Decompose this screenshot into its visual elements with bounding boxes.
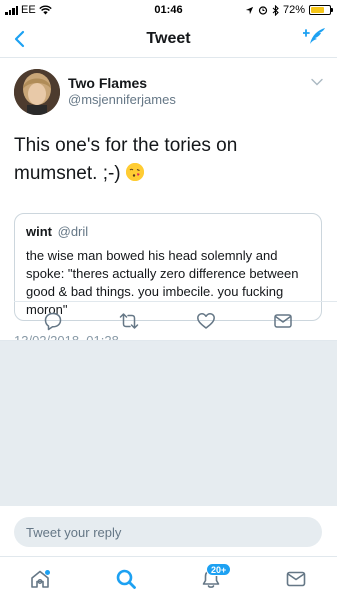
- messages-icon[interactable]: [284, 567, 308, 591]
- alarm-icon: [258, 6, 268, 15]
- status-right: 72%: [245, 4, 333, 16]
- reply-bar: [0, 506, 337, 556]
- author-handle[interactable]: @msjenniferjames: [68, 92, 176, 107]
- quoted-author-handle: @dril: [57, 224, 89, 239]
- quoted-author-name: wint: [26, 224, 52, 239]
- replies-area: [0, 340, 337, 506]
- battery-icon: [309, 5, 333, 15]
- nav-bar: Tweet: [0, 20, 337, 58]
- compose-tweet-icon[interactable]: [303, 26, 327, 50]
- search-icon[interactable]: [114, 567, 138, 591]
- notifications-badge: 20+: [206, 563, 232, 576]
- message-icon[interactable]: [273, 311, 293, 331]
- page-title: Tweet: [146, 30, 191, 47]
- tab-bar: 20+: [0, 556, 337, 600]
- home-icon[interactable]: [28, 567, 52, 591]
- quoted-tweet-header: wint @dril: [26, 224, 310, 239]
- author-name[interactable]: Two Flames: [68, 75, 147, 91]
- battery-percent: 72%: [282, 4, 305, 16]
- retweet-icon[interactable]: [119, 311, 139, 331]
- tweet-actions: [0, 302, 337, 340]
- chevron-down-icon[interactable]: [311, 78, 323, 86]
- battery-fill: [311, 7, 324, 13]
- avatar[interactable]: [14, 69, 60, 115]
- location-icon: [245, 6, 254, 14]
- bluetooth-icon: [272, 4, 279, 16]
- reply-input[interactable]: [14, 517, 322, 547]
- status-bar: EE 01:46 72%: [0, 0, 337, 20]
- tweet-text: This one's for the tories on mumsnet. ;-…: [14, 132, 324, 188]
- like-icon[interactable]: [196, 311, 216, 331]
- face-blowing-a-kiss-emoji: [125, 163, 144, 181]
- reply-icon[interactable]: [43, 311, 63, 331]
